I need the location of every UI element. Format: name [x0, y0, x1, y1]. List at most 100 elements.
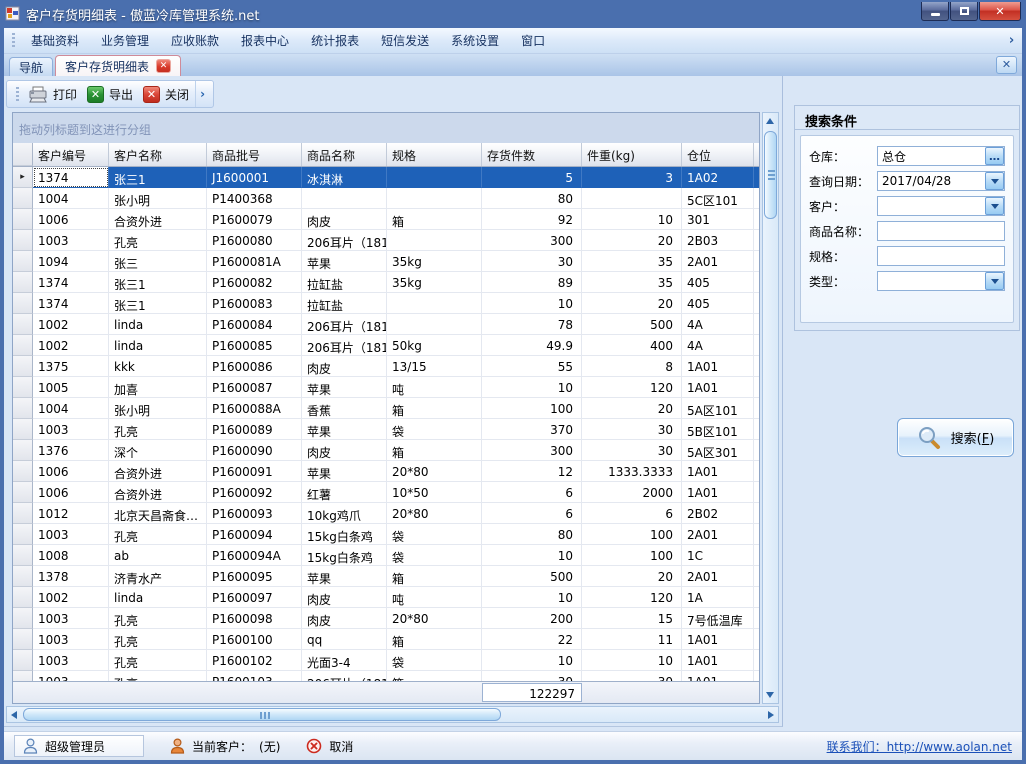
spec-input[interactable]	[877, 246, 1005, 266]
menu-item[interactable]: 统计报表	[300, 27, 370, 54]
cell[interactable]: 1003	[33, 629, 109, 650]
cell[interactable]: 20*80	[387, 503, 482, 524]
cell[interactable]: 1003	[33, 524, 109, 545]
cell[interactable]: P1600102	[207, 650, 302, 671]
cell[interactable]: 200	[482, 608, 582, 629]
cell[interactable]: 苹果	[302, 377, 387, 398]
cell[interactable]: 12	[482, 461, 582, 482]
cell[interactable]	[582, 188, 682, 209]
cell[interactable]: 1374	[33, 293, 109, 314]
cell[interactable]: 苹果	[302, 461, 387, 482]
cell[interactable]: 20*80	[387, 608, 482, 629]
cell[interactable]: P1600086	[207, 356, 302, 377]
cell[interactable]: 张小明	[109, 398, 207, 419]
cell[interactable]: 5C区101	[682, 188, 754, 209]
cell[interactable]: 1C	[682, 545, 754, 566]
cell[interactable]: 2A01	[682, 524, 754, 545]
cell[interactable]: 孔亮	[109, 419, 207, 440]
cell[interactable]: 1006	[33, 461, 109, 482]
cell[interactable]: linda	[109, 314, 207, 335]
cell[interactable]: 1006	[33, 482, 109, 503]
cell[interactable]: P1600093	[207, 503, 302, 524]
cell[interactable]: 肉皮	[302, 356, 387, 377]
cell[interactable]: 合资外进	[109, 209, 207, 230]
scroll-up-icon[interactable]	[766, 118, 774, 124]
cell[interactable]: 10	[482, 377, 582, 398]
cell[interactable]: 1006	[33, 209, 109, 230]
cell[interactable]: 1A02	[682, 167, 754, 188]
cell[interactable]: 肉皮	[302, 608, 387, 629]
cell[interactable]: 北京天昌斋食…	[109, 503, 207, 524]
cell[interactable]: 20	[582, 398, 682, 419]
cell[interactable]: 5A区301	[682, 440, 754, 461]
cell[interactable]: 13/15	[387, 356, 482, 377]
cell[interactable]: 1A01	[682, 356, 754, 377]
cell[interactable]: 1003	[33, 230, 109, 251]
cell[interactable]: 1003	[33, 608, 109, 629]
cell[interactable]: 10	[482, 545, 582, 566]
maximize-button[interactable]	[950, 2, 978, 21]
cell[interactable]: 袋	[387, 524, 482, 545]
cell[interactable]: 红薯	[302, 482, 387, 503]
cell[interactable]: 500	[582, 314, 682, 335]
column-header[interactable]: 规格	[387, 143, 482, 166]
cell[interactable]: 1003	[33, 671, 109, 681]
cell[interactable]: 苹果	[302, 566, 387, 587]
cell[interactable]: 20*80	[387, 461, 482, 482]
table-row[interactable]: 1006合资外进P1600092红薯10*50620001A01	[13, 482, 759, 503]
cell[interactable]: linda	[109, 335, 207, 356]
table-row[interactable]: 1003孔亮P160009415kg白条鸡袋801002A01	[13, 524, 759, 545]
menu-item[interactable]: 业务管理	[90, 27, 160, 54]
vertical-scroll-thumb[interactable]	[764, 131, 777, 219]
cell[interactable]: 49.9	[482, 335, 582, 356]
column-header[interactable]: 客户名称	[109, 143, 207, 166]
cell[interactable]: 箱	[387, 566, 482, 587]
cell[interactable]: 500	[482, 566, 582, 587]
cell[interactable]: 1333.3333	[582, 461, 682, 482]
print-button[interactable]: 打印	[24, 84, 83, 105]
cell[interactable]: 箱	[387, 671, 482, 681]
table-row[interactable]: 1003孔亮P1600089苹果袋370305B区101	[13, 419, 759, 440]
table-row[interactable]: ▸1374张三1J1600001冰淇淋531A02	[13, 167, 759, 188]
cell[interactable]: 100	[482, 398, 582, 419]
cell[interactable]: 1A01	[682, 377, 754, 398]
menu-item[interactable]: 报表中心	[230, 27, 300, 54]
cell[interactable]: 袋	[387, 650, 482, 671]
cell[interactable]: 拉缸盐	[302, 272, 387, 293]
cell[interactable]: P1600087	[207, 377, 302, 398]
cell[interactable]: 10	[482, 587, 582, 608]
cell[interactable]: P1600083	[207, 293, 302, 314]
cell[interactable]: 张三1	[109, 293, 207, 314]
cell[interactable]: 206耳片（181…	[302, 230, 387, 251]
cell[interactable]: 4A	[682, 335, 754, 356]
table-row[interactable]: 1003孔亮P1600100qq箱22111A01	[13, 629, 759, 650]
cell[interactable]: P1600097	[207, 587, 302, 608]
tab-active[interactable]: 客户存货明细表✕	[55, 55, 181, 76]
cell[interactable]: P1600091	[207, 461, 302, 482]
cell[interactable]: 孔亮	[109, 629, 207, 650]
cell[interactable]: 1A01	[682, 461, 754, 482]
cell[interactable]: 1375	[33, 356, 109, 377]
cell[interactable]: 济青水产	[109, 566, 207, 587]
table-row[interactable]: 1002lindaP1600085206耳片（181…50kg49.94004A	[13, 335, 759, 356]
date-dropdown-icon[interactable]	[985, 172, 1004, 190]
cell[interactable]: 30	[482, 251, 582, 272]
cell[interactable]: 8	[582, 356, 682, 377]
table-row[interactable]: 1375kkkP1600086肉皮13/155581A01	[13, 356, 759, 377]
vertical-scrollbar[interactable]	[762, 112, 779, 704]
table-row[interactable]: 1376深个P1600090肉皮箱300305A区301	[13, 440, 759, 461]
cell[interactable]: 30	[482, 671, 582, 681]
cell[interactable]: 肉皮	[302, 587, 387, 608]
cell[interactable]: 张三1	[109, 167, 207, 188]
cell[interactable]: 1374	[33, 272, 109, 293]
column-header[interactable]: 仓位	[682, 143, 754, 166]
table-row[interactable]: 1374张三1P1600083拉缸盐1020405	[13, 293, 759, 314]
cell[interactable]: 10	[482, 293, 582, 314]
cell[interactable]: 10kg鸡爪	[302, 503, 387, 524]
cell[interactable]: 30	[582, 419, 682, 440]
menu-item[interactable]: 短信发送	[370, 27, 440, 54]
cell[interactable]: 206耳片（181…	[302, 335, 387, 356]
cell[interactable]: 1004	[33, 398, 109, 419]
cell[interactable]: 30	[582, 440, 682, 461]
menu-item[interactable]: 系统设置	[440, 27, 510, 54]
